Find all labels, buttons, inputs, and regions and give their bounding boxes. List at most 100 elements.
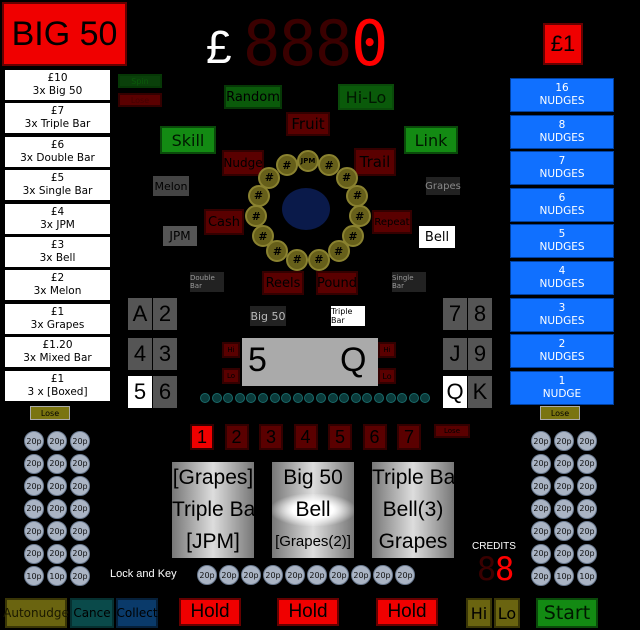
card-left: 5	[128, 376, 152, 408]
coin: 20p	[47, 476, 67, 496]
win-digit: 8	[279, 7, 317, 80]
coin: 10p	[47, 566, 67, 586]
coin: 20p	[47, 498, 67, 519]
prize-row: £1 3x Grapes	[5, 303, 110, 336]
trail-step: 1	[190, 424, 214, 450]
nugget-step: #	[251, 225, 274, 247]
nudge-row: 7 NUDGES	[510, 151, 614, 186]
hi-button[interactable]: Hi	[466, 598, 492, 628]
hilo-current-card: 5	[248, 341, 267, 379]
coin: 20p	[70, 521, 90, 541]
lo-button[interactable]: Lo	[494, 598, 520, 628]
nudge-count: 7	[558, 155, 566, 168]
coin: 20p	[554, 453, 574, 474]
card-right: 7	[443, 298, 467, 330]
nudge-count: 3	[558, 301, 566, 314]
card-right: Q	[443, 376, 467, 408]
nudge-label: NUDGES	[539, 278, 585, 290]
nudge-count: 8	[558, 118, 566, 131]
coin: 20p	[24, 476, 44, 496]
trail-step: 7	[397, 424, 421, 450]
coin: 10p	[24, 566, 44, 586]
prize-row: £7 3x Triple Bar	[5, 103, 110, 136]
nudge-count: 1	[558, 374, 566, 387]
hold-button-3[interactable]: Hold	[376, 598, 438, 626]
nugget-centre	[282, 188, 330, 230]
coin: 20p	[351, 565, 371, 585]
coin: 10p	[577, 566, 597, 586]
decor-dot	[246, 393, 257, 403]
decor-dot	[408, 393, 419, 403]
hilo-hi-lamp: Hi	[222, 342, 240, 358]
coin: 20p	[307, 565, 327, 585]
reel-symbol: Bell	[272, 494, 354, 526]
trail-step: 2	[224, 424, 249, 450]
decor-dot	[211, 393, 222, 403]
decor-dot	[385, 393, 396, 403]
hold-button-2[interactable]: Hold	[277, 598, 339, 626]
nugget-step: #	[286, 248, 309, 271]
lose-label-top: Lose	[118, 93, 162, 107]
win-digit: 0	[351, 7, 389, 80]
nudge-row: 6 NUDGES	[510, 187, 614, 222]
feature-cash: Cash	[204, 209, 244, 235]
collect-button[interactable]: Collect	[116, 598, 158, 628]
coin: 20p	[24, 521, 44, 541]
feature-trail: Trail	[354, 148, 396, 176]
card-right: J	[443, 338, 467, 370]
coin: 20p	[47, 431, 67, 451]
nudge-label: NUDGES	[539, 351, 585, 364]
coin: 20p	[285, 565, 305, 585]
prize-amount: £7	[50, 105, 65, 118]
coin: 10p	[554, 566, 574, 586]
start-button[interactable]: Start	[536, 598, 598, 628]
nugget-step: #	[245, 205, 268, 228]
decor-dot	[420, 393, 431, 403]
prize-description: 3x Mixed Bar	[23, 352, 92, 365]
stake-button[interactable]: £1	[543, 23, 583, 65]
trail-lose: Lose	[434, 424, 470, 438]
coin: 20p	[70, 453, 90, 474]
win-digit: 8	[243, 7, 281, 80]
coin: 20p	[24, 431, 44, 451]
nugget-step: #	[275, 154, 298, 177]
credits-digit: 8	[477, 550, 497, 588]
feature-melon: Melon	[153, 176, 189, 196]
coin: 20p	[395, 565, 415, 585]
hold-button-1[interactable]: Hold	[179, 598, 241, 626]
coin: 20p	[24, 453, 44, 474]
nudge-label: NUDGES	[539, 241, 585, 254]
reel-symbol: Grapes	[378, 530, 448, 553]
feature-random: Random	[224, 85, 282, 109]
prize-row: £10 3x Big 50	[5, 70, 110, 102]
win-digit: 8	[315, 7, 353, 80]
reel-symbol: Bell(3)	[382, 498, 444, 521]
coin: 20p	[329, 565, 349, 585]
nudge-label: NUDGES	[539, 131, 585, 144]
cancel-button[interactable]: Cance	[70, 598, 114, 628]
coin: 20p	[531, 431, 551, 451]
prize-amount: £5	[50, 172, 65, 185]
nudge-label: NUDGE	[542, 387, 582, 400]
prize-description: 3x Double Bar	[20, 151, 95, 164]
reel-symbol: [Grapes(2)]	[275, 533, 351, 550]
feature-link: Link	[404, 126, 458, 154]
coin: 20p	[373, 565, 393, 585]
coin: 20p	[70, 566, 90, 586]
coin: 20p	[24, 498, 44, 519]
autonudge-button[interactable]: Autonudge	[3, 598, 69, 628]
trail-step: 4	[293, 424, 318, 450]
reel-symbol: [JPM]	[186, 530, 240, 553]
prize-description: 3x Triple Bar	[24, 118, 91, 131]
prize-amount: £1.20	[42, 339, 73, 352]
nudge-label: NUDGES	[539, 314, 585, 327]
decor-dot	[223, 393, 234, 403]
feature-big50: Big 50	[250, 306, 286, 326]
coin: 20p	[197, 565, 217, 585]
nudge-row: 3 NUDGES	[510, 297, 614, 332]
coin: 20p	[47, 521, 67, 541]
coin: 20p	[554, 498, 574, 519]
coin: 20p	[70, 543, 90, 564]
prize-row: £1.20 3x Mixed Bar	[5, 337, 110, 370]
prize-amount: £1	[50, 372, 65, 385]
